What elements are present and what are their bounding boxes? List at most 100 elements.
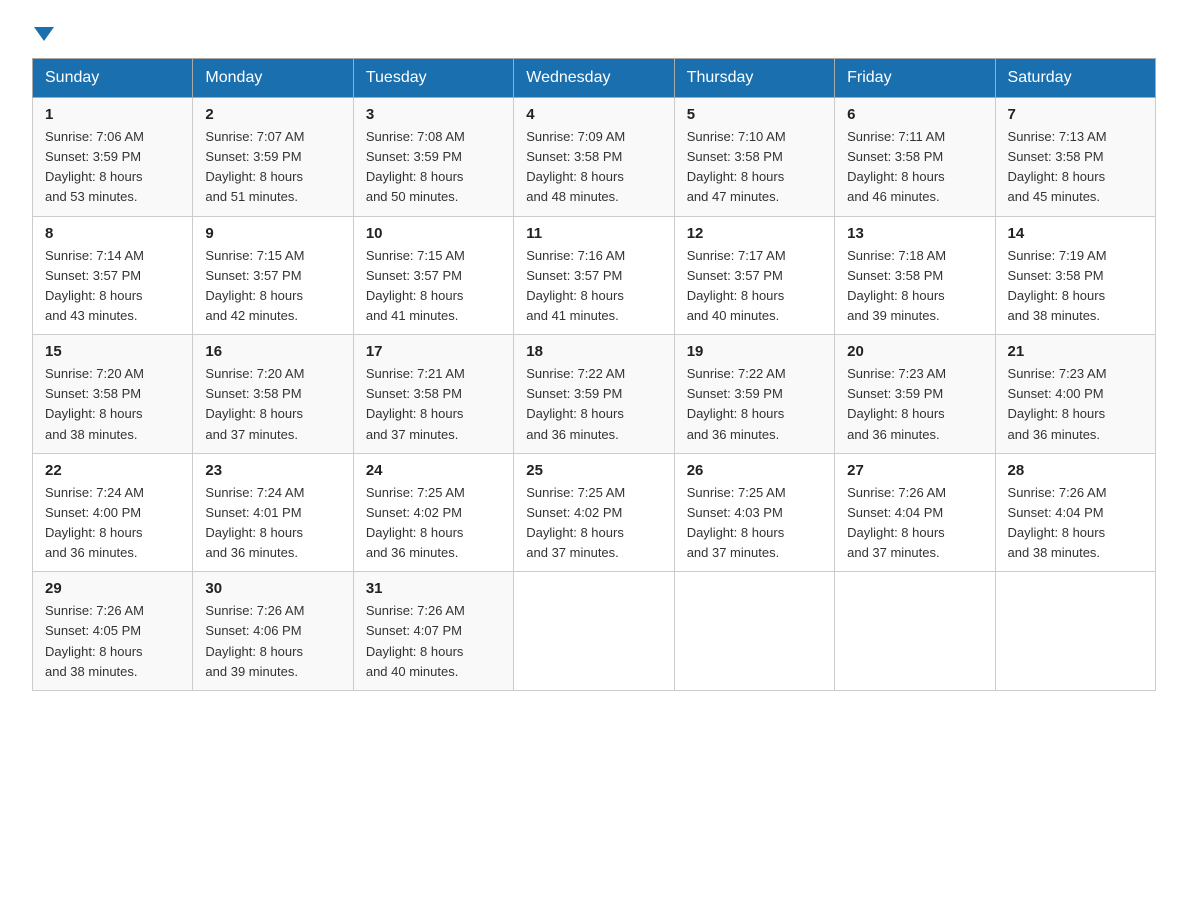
calendar-day-cell: 30 Sunrise: 7:26 AM Sunset: 4:06 PM Dayl…	[193, 572, 353, 691]
daylight-label: Daylight: 8 hours and 41 minutes.	[526, 288, 624, 323]
day-info: Sunrise: 7:10 AM Sunset: 3:58 PM Dayligh…	[687, 127, 822, 208]
day-info: Sunrise: 7:16 AM Sunset: 3:57 PM Dayligh…	[526, 246, 661, 327]
daylight-label: Daylight: 8 hours and 41 minutes.	[366, 288, 464, 323]
calendar-day-cell: 10 Sunrise: 7:15 AM Sunset: 3:57 PM Dayl…	[353, 216, 513, 335]
sunset-label: Sunset: 3:58 PM	[687, 149, 783, 164]
calendar-day-cell: 28 Sunrise: 7:26 AM Sunset: 4:04 PM Dayl…	[995, 453, 1155, 572]
day-number: 10	[366, 225, 501, 242]
day-info: Sunrise: 7:20 AM Sunset: 3:58 PM Dayligh…	[205, 364, 340, 445]
calendar-day-cell: 27 Sunrise: 7:26 AM Sunset: 4:04 PM Dayl…	[835, 453, 995, 572]
daylight-label: Daylight: 8 hours and 45 minutes.	[1008, 169, 1106, 204]
calendar-day-cell: 17 Sunrise: 7:21 AM Sunset: 3:58 PM Dayl…	[353, 335, 513, 454]
day-info: Sunrise: 7:26 AM Sunset: 4:05 PM Dayligh…	[45, 601, 180, 682]
sunset-label: Sunset: 3:58 PM	[526, 149, 622, 164]
sunrise-label: Sunrise: 7:24 AM	[205, 485, 304, 500]
day-info: Sunrise: 7:24 AM Sunset: 4:00 PM Dayligh…	[45, 483, 180, 564]
sunset-label: Sunset: 3:59 PM	[205, 149, 301, 164]
calendar-week-row: 29 Sunrise: 7:26 AM Sunset: 4:05 PM Dayl…	[33, 572, 1156, 691]
day-number: 13	[847, 225, 982, 242]
sunrise-label: Sunrise: 7:08 AM	[366, 129, 465, 144]
day-number: 17	[366, 343, 501, 360]
daylight-label: Daylight: 8 hours and 36 minutes.	[687, 406, 785, 441]
daylight-label: Daylight: 8 hours and 43 minutes.	[45, 288, 143, 323]
day-number: 16	[205, 343, 340, 360]
sunrise-label: Sunrise: 7:09 AM	[526, 129, 625, 144]
day-number: 6	[847, 106, 982, 123]
daylight-label: Daylight: 8 hours and 40 minutes.	[687, 288, 785, 323]
sunset-label: Sunset: 4:07 PM	[366, 623, 462, 638]
day-info: Sunrise: 7:25 AM Sunset: 4:02 PM Dayligh…	[366, 483, 501, 564]
daylight-label: Daylight: 8 hours and 36 minutes.	[526, 406, 624, 441]
logo	[32, 24, 56, 38]
day-info: Sunrise: 7:21 AM Sunset: 3:58 PM Dayligh…	[366, 364, 501, 445]
day-info: Sunrise: 7:24 AM Sunset: 4:01 PM Dayligh…	[205, 483, 340, 564]
sunset-label: Sunset: 3:57 PM	[526, 268, 622, 283]
day-number: 3	[366, 106, 501, 123]
calendar-day-cell: 20 Sunrise: 7:23 AM Sunset: 3:59 PM Dayl…	[835, 335, 995, 454]
calendar-day-cell: 23 Sunrise: 7:24 AM Sunset: 4:01 PM Dayl…	[193, 453, 353, 572]
day-info: Sunrise: 7:23 AM Sunset: 4:00 PM Dayligh…	[1008, 364, 1143, 445]
sunset-label: Sunset: 3:58 PM	[366, 386, 462, 401]
sunrise-label: Sunrise: 7:19 AM	[1008, 248, 1107, 263]
calendar-day-cell: 26 Sunrise: 7:25 AM Sunset: 4:03 PM Dayl…	[674, 453, 834, 572]
day-number: 27	[847, 462, 982, 479]
daylight-label: Daylight: 8 hours and 38 minutes.	[45, 644, 143, 679]
sunset-label: Sunset: 4:02 PM	[526, 505, 622, 520]
sunrise-label: Sunrise: 7:15 AM	[366, 248, 465, 263]
sunrise-label: Sunrise: 7:26 AM	[205, 603, 304, 618]
sunrise-label: Sunrise: 7:07 AM	[205, 129, 304, 144]
daylight-label: Daylight: 8 hours and 37 minutes.	[687, 525, 785, 560]
sunrise-label: Sunrise: 7:26 AM	[1008, 485, 1107, 500]
sunrise-label: Sunrise: 7:20 AM	[205, 366, 304, 381]
sunrise-label: Sunrise: 7:13 AM	[1008, 129, 1107, 144]
calendar-table: SundayMondayTuesdayWednesdayThursdayFrid…	[32, 58, 1156, 691]
calendar-body: 1 Sunrise: 7:06 AM Sunset: 3:59 PM Dayli…	[33, 98, 1156, 691]
sunset-label: Sunset: 3:59 PM	[847, 386, 943, 401]
sunrise-label: Sunrise: 7:18 AM	[847, 248, 946, 263]
sunset-label: Sunset: 4:06 PM	[205, 623, 301, 638]
sunset-label: Sunset: 3:57 PM	[45, 268, 141, 283]
sunset-label: Sunset: 3:57 PM	[205, 268, 301, 283]
daylight-label: Daylight: 8 hours and 47 minutes.	[687, 169, 785, 204]
day-number: 29	[45, 580, 180, 597]
daylight-label: Daylight: 8 hours and 36 minutes.	[1008, 406, 1106, 441]
calendar-day-cell: 8 Sunrise: 7:14 AM Sunset: 3:57 PM Dayli…	[33, 216, 193, 335]
daylight-label: Daylight: 8 hours and 37 minutes.	[847, 525, 945, 560]
calendar-header: SundayMondayTuesdayWednesdayThursdayFrid…	[33, 59, 1156, 98]
day-number: 28	[1008, 462, 1143, 479]
daylight-label: Daylight: 8 hours and 39 minutes.	[847, 288, 945, 323]
calendar-day-cell: 2 Sunrise: 7:07 AM Sunset: 3:59 PM Dayli…	[193, 98, 353, 217]
day-info: Sunrise: 7:23 AM Sunset: 3:59 PM Dayligh…	[847, 364, 982, 445]
daylight-label: Daylight: 8 hours and 38 minutes.	[1008, 525, 1106, 560]
day-of-week-header: Tuesday	[353, 59, 513, 98]
sunrise-label: Sunrise: 7:21 AM	[366, 366, 465, 381]
calendar-day-cell	[674, 572, 834, 691]
day-number: 30	[205, 580, 340, 597]
daylight-label: Daylight: 8 hours and 46 minutes.	[847, 169, 945, 204]
day-of-week-header: Wednesday	[514, 59, 674, 98]
day-info: Sunrise: 7:17 AM Sunset: 3:57 PM Dayligh…	[687, 246, 822, 327]
day-info: Sunrise: 7:11 AM Sunset: 3:58 PM Dayligh…	[847, 127, 982, 208]
calendar-day-cell: 12 Sunrise: 7:17 AM Sunset: 3:57 PM Dayl…	[674, 216, 834, 335]
day-number: 21	[1008, 343, 1143, 360]
sunset-label: Sunset: 3:58 PM	[45, 386, 141, 401]
sunrise-label: Sunrise: 7:14 AM	[45, 248, 144, 263]
day-number: 12	[687, 225, 822, 242]
daylight-label: Daylight: 8 hours and 36 minutes.	[45, 525, 143, 560]
sunrise-label: Sunrise: 7:06 AM	[45, 129, 144, 144]
daylight-label: Daylight: 8 hours and 37 minutes.	[366, 406, 464, 441]
calendar-day-cell: 15 Sunrise: 7:20 AM Sunset: 3:58 PM Dayl…	[33, 335, 193, 454]
day-number: 15	[45, 343, 180, 360]
day-number: 22	[45, 462, 180, 479]
sunset-label: Sunset: 3:59 PM	[45, 149, 141, 164]
day-info: Sunrise: 7:14 AM Sunset: 3:57 PM Dayligh…	[45, 246, 180, 327]
day-number: 23	[205, 462, 340, 479]
day-info: Sunrise: 7:13 AM Sunset: 3:58 PM Dayligh…	[1008, 127, 1143, 208]
sunset-label: Sunset: 3:58 PM	[1008, 268, 1104, 283]
sunrise-label: Sunrise: 7:17 AM	[687, 248, 786, 263]
sunset-label: Sunset: 3:58 PM	[847, 268, 943, 283]
calendar-day-cell: 1 Sunrise: 7:06 AM Sunset: 3:59 PM Dayli…	[33, 98, 193, 217]
day-number: 4	[526, 106, 661, 123]
day-number: 14	[1008, 225, 1143, 242]
calendar-day-cell: 16 Sunrise: 7:20 AM Sunset: 3:58 PM Dayl…	[193, 335, 353, 454]
